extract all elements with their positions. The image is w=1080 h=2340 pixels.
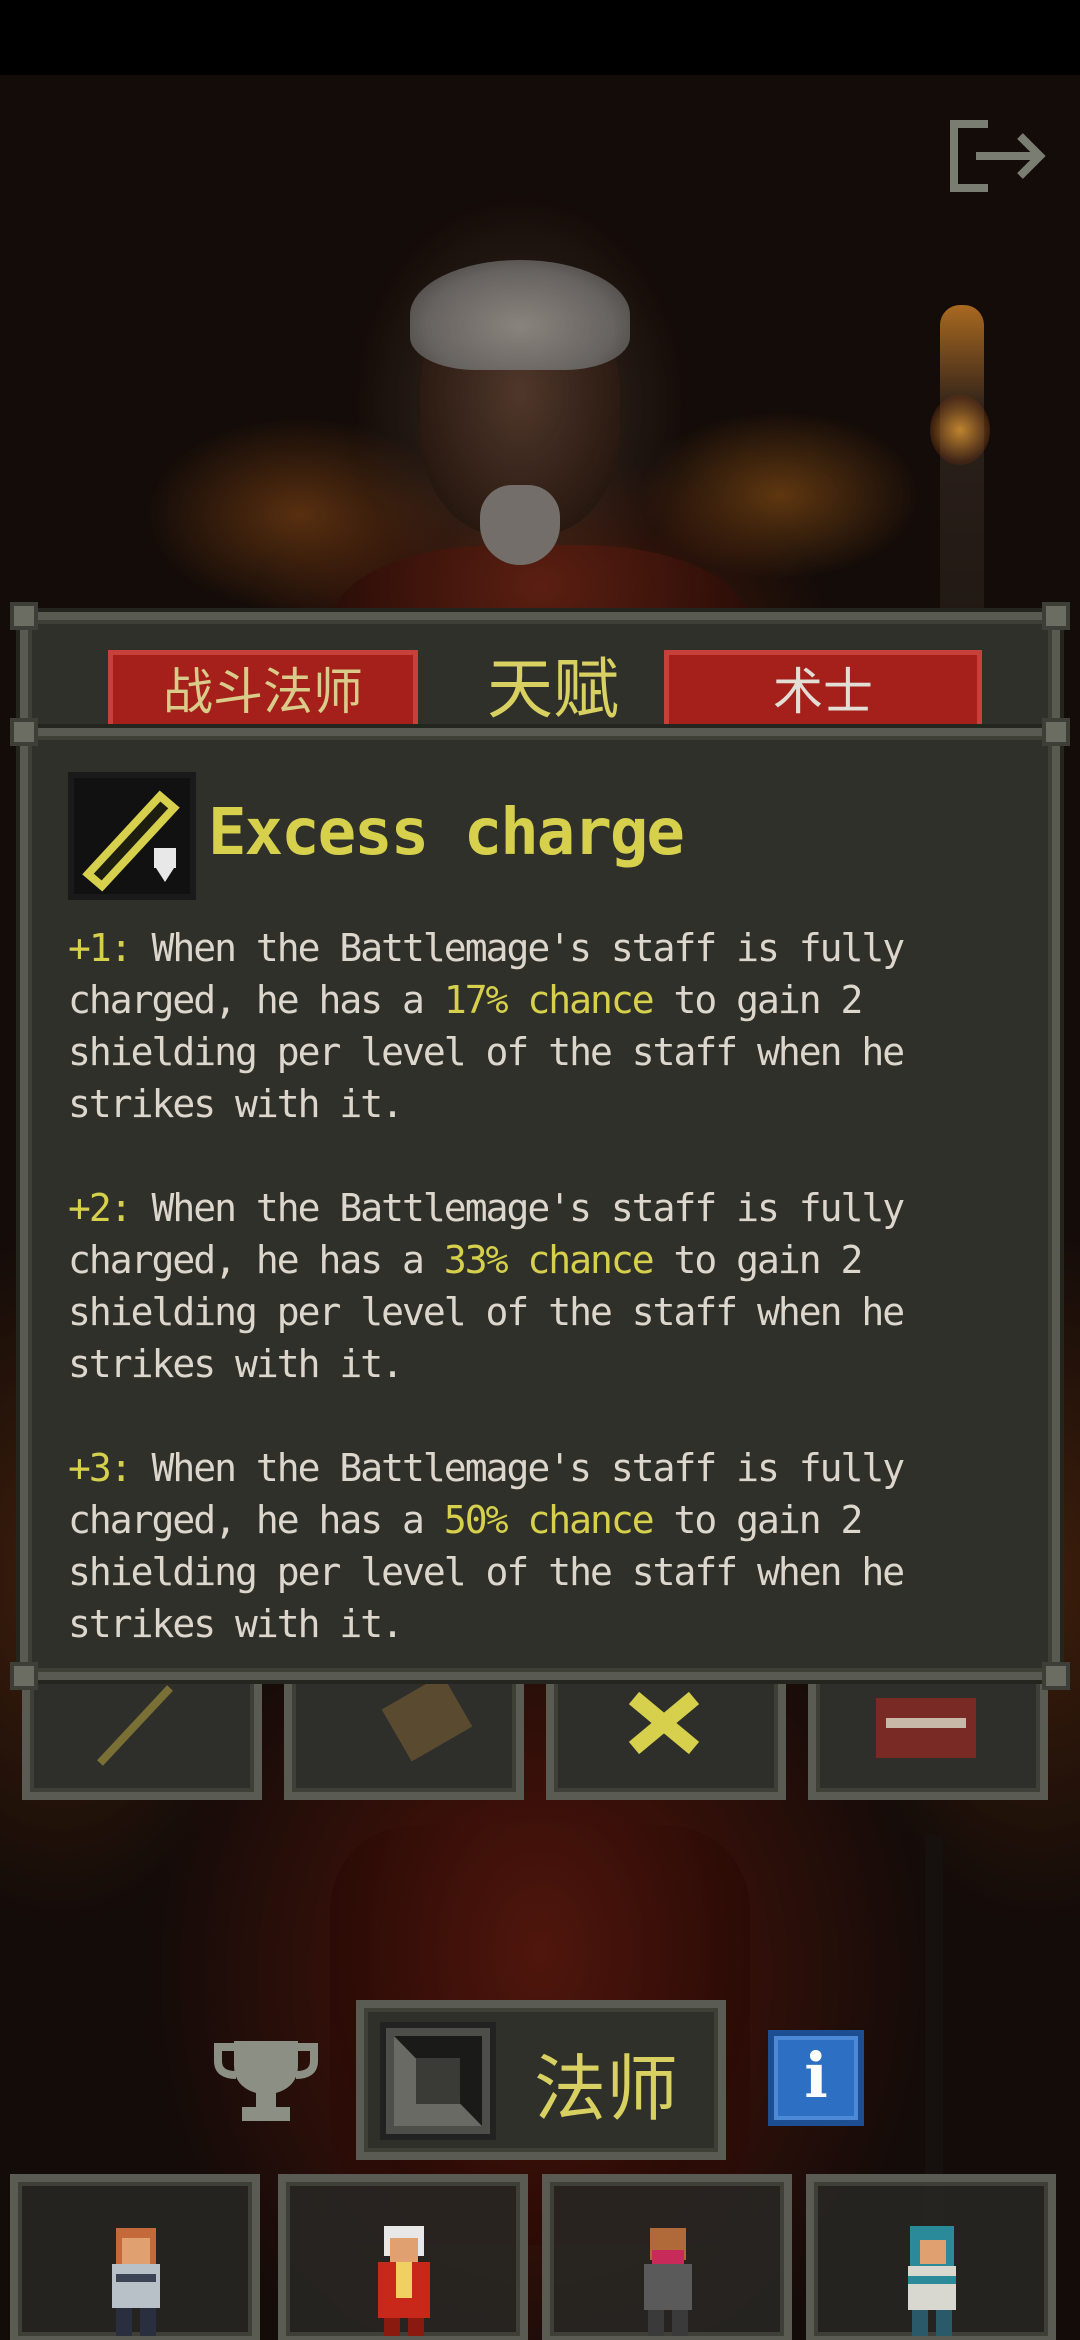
hero-slot-warrior[interactable]	[10, 2174, 260, 2340]
exit-icon	[950, 120, 1046, 192]
level-chance: 17% chance	[443, 978, 655, 1022]
hero-class-panel[interactable]: 法师	[356, 2000, 726, 2160]
level-prefix: +3:	[68, 1446, 133, 1490]
trophy-icon	[214, 2041, 318, 2121]
panel-rivet	[1042, 1662, 1070, 1690]
level-prefix: +2:	[68, 1186, 133, 1230]
warrior-sprite-icon	[112, 2228, 160, 2336]
scroll-item-icon	[381, 1674, 473, 1762]
talent-detail-panel: Excess charge +1: When the Battlemage's …	[10, 718, 1070, 1690]
item-slot-armor[interactable]	[284, 1660, 524, 1800]
class-label: 法师	[534, 2047, 679, 2131]
talent-level-3: +3: When the Battlemage's staff is fully…	[68, 1442, 968, 1650]
talent-title: Excess charge	[208, 796, 685, 870]
rogue-sprite-icon	[644, 2228, 692, 2336]
staff-image	[940, 305, 984, 665]
book-item-icon	[876, 1698, 976, 1758]
exit-button[interactable]	[948, 118, 1052, 194]
level-chance: 33% chance	[443, 1238, 655, 1282]
info-button[interactable]: i	[768, 2030, 864, 2126]
item-slot-ring[interactable]	[808, 1660, 1048, 1800]
tab-talents[interactable]: 天赋	[448, 648, 658, 734]
staff-flame	[930, 395, 990, 465]
hero-hair	[410, 260, 630, 370]
talent-level-2: +2: When the Battlemage's staff is fully…	[68, 1182, 968, 1390]
mage-sprite-icon	[378, 2226, 430, 2336]
tab-warlock[interactable]: 术士	[664, 650, 982, 736]
item-slot-weapon[interactable]	[22, 1660, 262, 1800]
panel-rivet	[10, 602, 38, 630]
huntress-sprite-icon	[908, 2226, 956, 2336]
badges-button[interactable]	[214, 2035, 318, 2125]
hero-slot-huntress[interactable]	[806, 2174, 1056, 2340]
class-icon	[380, 2022, 496, 2140]
hero-slot-mage[interactable]	[278, 2174, 528, 2340]
staff-item-icon	[97, 1685, 173, 1766]
panel-rivet	[10, 718, 38, 746]
staff-charge-icon	[68, 772, 196, 900]
level-chance: 50% chance	[443, 1498, 655, 1542]
hero-beard	[480, 485, 560, 565]
sword-cross-icon	[628, 1691, 700, 1755]
panel-rivet	[1042, 718, 1070, 746]
hero-slot-rogue[interactable]	[542, 2174, 792, 2340]
panel-rivet	[10, 1662, 38, 1690]
item-slot-talent[interactable]	[546, 1660, 786, 1800]
level-prefix: +1:	[68, 926, 133, 970]
talent-level-1: +1: When the Battlemage's staff is fully…	[68, 922, 968, 1130]
panel-rivet	[1042, 602, 1070, 630]
tab-battlemage[interactable]: 战斗法师	[108, 650, 418, 736]
